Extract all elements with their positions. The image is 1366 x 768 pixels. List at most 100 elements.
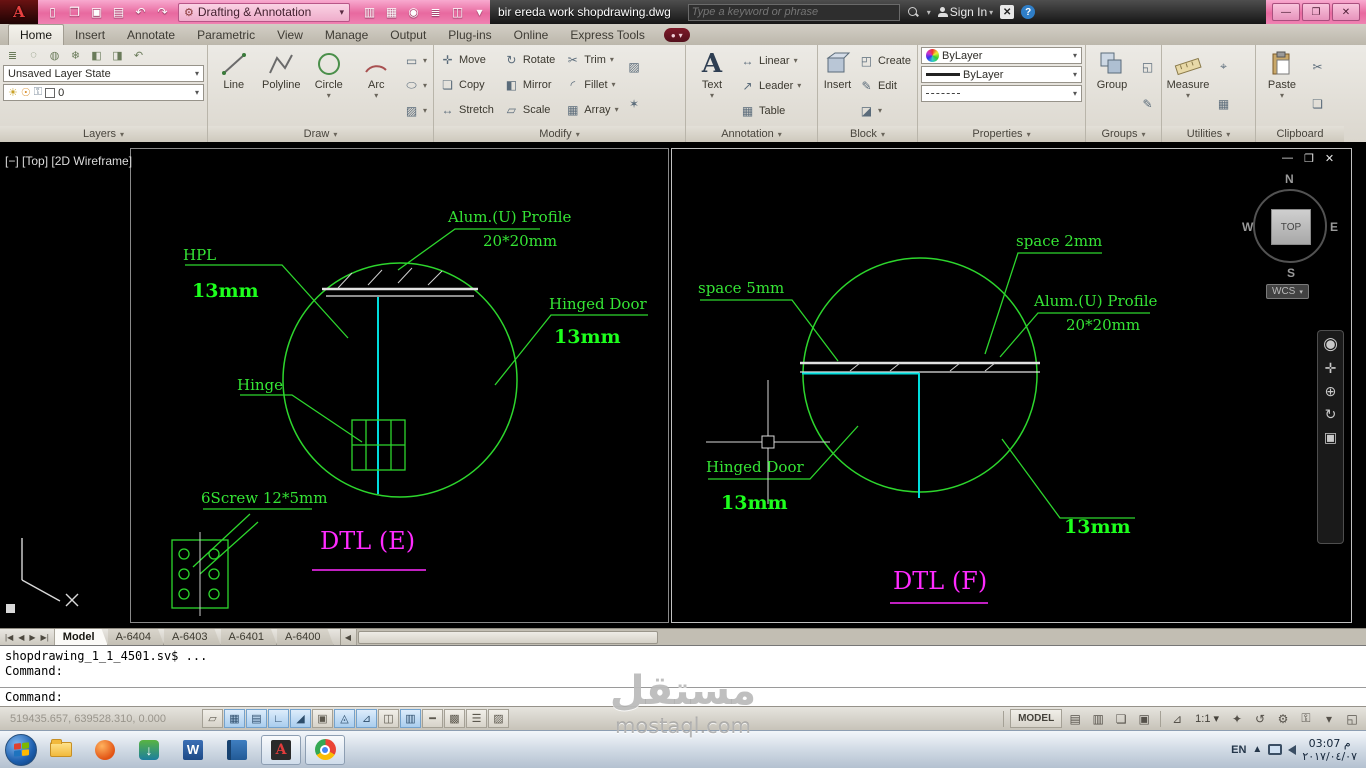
layer-properties-icon[interactable]: ≣ — [3, 47, 22, 63]
tab-parametric[interactable]: Parametric — [186, 25, 266, 45]
clean-screen-icon[interactable]: ◱ — [1342, 709, 1362, 728]
measure-button[interactable]: Measure ▾ — [1165, 47, 1211, 124]
taskbar-word-button[interactable]: W — [173, 735, 213, 765]
open-file-icon[interactable]: ❒ — [64, 3, 85, 22]
sign-in-button[interactable]: Sign In ▾ — [937, 5, 993, 19]
groups-panel-label[interactable]: Groups ▾ — [1086, 126, 1161, 142]
viewcube-east[interactable]: E — [1330, 220, 1338, 234]
ribbon-options-button[interactable]: ● ▾ — [663, 28, 690, 42]
pan-icon[interactable]: ✛ — [1325, 361, 1337, 375]
copy-button[interactable]: ❏ Copy — [437, 76, 497, 93]
new-file-icon[interactable]: ▯ — [42, 3, 63, 22]
quick-view-drawings-icon[interactable]: ❏ — [1111, 709, 1131, 728]
viewcube-north[interactable]: N — [1285, 172, 1294, 186]
scrollbar-thumb[interactable] — [357, 630, 658, 644]
ungroup-button[interactable]: ◱ — [1137, 58, 1158, 75]
viewcube[interactable]: N W E S TOP WCS ▾ — [1242, 172, 1338, 304]
layout-icon[interactable]: ▤ — [1065, 709, 1085, 728]
layers-panel-label[interactable]: Layers ▾ — [0, 126, 207, 142]
taskbar-download-manager-button[interactable]: ↓ — [129, 735, 169, 765]
command-line[interactable]: shopdrawing_1_1_4501.sv$ ... Command: Co… — [0, 645, 1366, 706]
wcs-dropdown[interactable]: WCS ▾ — [1266, 284, 1309, 299]
scale-button[interactable]: ▱ Scale — [501, 101, 558, 118]
taskbar-chrome-button[interactable] — [305, 734, 345, 765]
layout-tab-a6404[interactable]: A-6404 — [108, 629, 164, 645]
last-layout-icon[interactable]: ▶| — [39, 633, 51, 642]
viewcube-west[interactable]: W — [1242, 220, 1253, 234]
linear-dimension-button[interactable]: ↔ Linear ▾ — [737, 52, 804, 69]
copy-clip-button[interactable]: ❏ — [1307, 96, 1328, 113]
workspace-switcher[interactable]: ⚙ Drafting & Annotation ▾ — [178, 2, 350, 22]
infer-toggle[interactable]: ▱ — [202, 709, 223, 728]
plot-icon[interactable]: ▤ — [108, 3, 129, 22]
annotation-scale-button[interactable]: 1:1 ▾ — [1190, 709, 1224, 728]
polar-toggle[interactable]: ◢ — [290, 709, 311, 728]
annotation-scale-icon[interactable]: ⊿ — [1167, 709, 1187, 728]
layer-freeze-icon[interactable]: ❄ — [66, 47, 85, 63]
layer-prev-icon[interactable]: ↶ — [129, 47, 148, 63]
layers-tool-icon[interactable]: ≣ — [425, 3, 446, 22]
lineweight-dropdown[interactable]: ByLayer ▾ — [921, 66, 1082, 83]
help-icon[interactable]: ? — [1021, 5, 1036, 19]
id-point-button[interactable]: ⌖ — [1213, 58, 1234, 75]
tab-express-tools[interactable]: Express Tools — [559, 25, 655, 45]
ellipse-button[interactable]: ⬭ ▾ — [401, 77, 430, 94]
create-block-button[interactable]: ◰ Create — [856, 52, 914, 69]
tab-plugins[interactable]: Plug-ins — [437, 25, 502, 45]
osnap-toggle[interactable]: ▣ — [312, 709, 333, 728]
arc-button[interactable]: Arc ▾ — [354, 47, 400, 124]
viewcube-south[interactable]: S — [1287, 266, 1295, 280]
viewcube-top-face[interactable]: TOP — [1271, 209, 1311, 245]
utilities-panel-label[interactable]: Utilities ▾ — [1162, 126, 1255, 142]
maximize-button[interactable]: ❐ — [1302, 3, 1330, 21]
drawing-canvas[interactable]: [−] [Top] [2D Wireframe] — ❐ ✕ HPL 13mm … — [0, 142, 1366, 628]
rotate-button[interactable]: ↻ Rotate — [501, 51, 558, 68]
taskbar-notebook-button[interactable] — [217, 735, 257, 765]
render-icon[interactable]: ◫ — [447, 3, 468, 22]
table-button[interactable]: ▦ Table — [737, 102, 804, 119]
layer-match-icon[interactable]: ◨ — [108, 47, 127, 63]
dyn-toggle[interactable]: ▥ — [400, 709, 421, 728]
drawing-close-icon[interactable]: ✕ — [1325, 152, 1334, 165]
quick-properties-toggle[interactable]: ☰ — [466, 709, 487, 728]
osnap3d-toggle[interactable]: ◬ — [334, 709, 355, 728]
prev-layout-icon[interactable]: ◀ — [16, 633, 26, 642]
next-layout-icon[interactable]: ▶ — [27, 633, 37, 642]
workspace-switching-icon[interactable]: ⚙ — [1273, 709, 1293, 728]
drawing-restore-icon[interactable]: ❐ — [1304, 152, 1314, 165]
linetype-dropdown[interactable]: ▾ — [921, 85, 1082, 102]
edit-attributes-button[interactable]: ◪ ▾ — [856, 102, 914, 119]
toolbar-lock-icon[interactable]: ⚿ — [1296, 709, 1316, 728]
tab-view[interactable]: View — [266, 25, 314, 45]
drawing-minimize-icon[interactable]: — — [1282, 152, 1293, 165]
layout-tab-model[interactable]: Model — [55, 629, 108, 645]
globe-icon[interactable]: ◉ — [403, 3, 424, 22]
transparency-toggle[interactable]: ▩ — [444, 709, 465, 728]
layer-isolate-icon[interactable]: ◍ — [45, 47, 64, 63]
application-menu-button[interactable]: A — [0, 0, 38, 24]
sheet-set-icon[interactable]: ▥ — [359, 3, 380, 22]
properties-panel-label[interactable]: Properties ▾ — [918, 126, 1085, 142]
tab-manage[interactable]: Manage — [314, 25, 379, 45]
cut-button[interactable]: ✂ — [1307, 58, 1328, 75]
otrack-toggle[interactable]: ⊿ — [356, 709, 377, 728]
tab-output[interactable]: Output — [379, 25, 437, 45]
model-icon[interactable]: ▥ — [1088, 709, 1108, 728]
layout-tab-a6403[interactable]: A-6403 — [164, 629, 220, 645]
circle-button[interactable]: Circle ▾ — [306, 47, 352, 124]
tray-expand-icon[interactable]: ▲ — [1252, 744, 1262, 755]
erase-button[interactable]: ▨ — [624, 58, 645, 75]
block-panel-label[interactable]: Block ▾ — [818, 126, 917, 142]
layer-off-icon[interactable]: ◌ — [24, 47, 43, 63]
polyline-button[interactable]: Polyline — [259, 47, 305, 124]
hatch-button[interactable]: ▨ ▾ — [401, 102, 430, 119]
text-button[interactable]: A Text ▾ — [689, 47, 735, 124]
search-options-button[interactable]: ▾ — [927, 8, 931, 17]
search-input[interactable] — [691, 6, 896, 18]
object-color-dropdown[interactable]: ByLayer ▾ — [921, 47, 1082, 64]
undo-icon[interactable]: ↶ — [130, 3, 151, 22]
lwt-toggle[interactable]: ━ — [422, 709, 443, 728]
start-button[interactable] — [5, 733, 37, 766]
taskbar-browser-button[interactable] — [85, 735, 125, 765]
layer-dropdown[interactable]: ☀ ☉ ⚿ 0 ▾ — [3, 84, 204, 101]
